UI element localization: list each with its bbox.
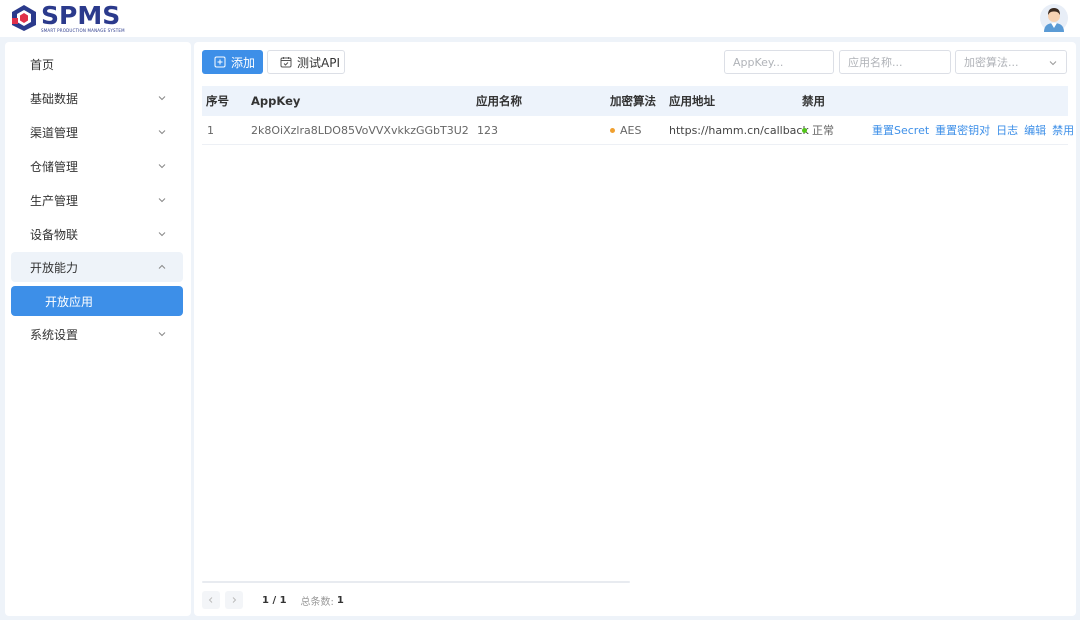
cell-appkey: 2k8OiXzlra8LDO85VoVVXvkkzGGbT3U2 bbox=[251, 124, 469, 137]
pagination: 1 / 1 总条数: 1 bbox=[202, 591, 344, 609]
add-icon bbox=[214, 56, 226, 68]
logo-title: SPMS bbox=[41, 1, 121, 30]
sidebar-item-warehouse[interactable]: 仓储管理 bbox=[11, 151, 183, 181]
column-header-algorithm: 加密算法 bbox=[610, 94, 656, 108]
column-header-disabled: 禁用 bbox=[802, 94, 825, 108]
add-button-label: 添加 bbox=[231, 55, 256, 70]
horizontal-scrollbar[interactable] bbox=[202, 581, 630, 583]
algorithm-value: AES bbox=[620, 124, 642, 137]
column-header-index: 序号 bbox=[206, 94, 229, 108]
column-header-app-url: 应用地址 bbox=[669, 94, 715, 108]
cell-actions: 重置Secret 重置密钥对 日志 编辑 禁用 bbox=[872, 116, 1074, 145]
chevron-down-icon bbox=[1049, 61, 1057, 66]
test-api-button-label: 测试API bbox=[297, 55, 340, 70]
sidebar-item-open-capability[interactable]: 开放能力 bbox=[11, 252, 183, 282]
cell-app-url: https://hamm.cn/callback bbox=[669, 124, 809, 137]
total-label: 总条数: bbox=[300, 596, 334, 608]
sidebar-item-label: 首页 bbox=[30, 57, 55, 72]
sidebar-item-base-data[interactable]: 基础数据 bbox=[11, 83, 183, 113]
table-row[interactable]: 1 2k8OiXzlra8LDO85VoVVXvkkzGGbT3U2 123 A… bbox=[202, 116, 1074, 145]
chevron-down-icon bbox=[158, 332, 166, 337]
algorithm-placeholder: 加密算法... bbox=[964, 56, 1019, 69]
column-header-app-name: 应用名称 bbox=[476, 94, 522, 108]
next-page-button[interactable] bbox=[225, 591, 243, 609]
appkey-placeholder: AppKey... bbox=[733, 55, 784, 69]
reset-keypair-link[interactable]: 重置密钥对 bbox=[935, 124, 990, 137]
cell-status: 正常 bbox=[802, 116, 834, 145]
disable-link[interactable]: 禁用 bbox=[1052, 124, 1074, 137]
cell-algorithm: AES bbox=[610, 116, 641, 145]
prev-page-button[interactable] bbox=[202, 591, 220, 609]
sidebar-item-iot[interactable]: 设备物联 bbox=[11, 219, 183, 249]
status-value: 正常 bbox=[812, 124, 834, 137]
sidebar-item-label: 生产管理 bbox=[30, 193, 79, 208]
main-panel: 添加 测试API AppKey... 应用名称... 加密算法... 序号 Ap… bbox=[194, 42, 1076, 616]
sidebar-item-label: 设备物联 bbox=[30, 227, 79, 242]
appname-placeholder: 应用名称... bbox=[848, 56, 903, 69]
sidebar: 首页 基础数据 渠道管理 仓储管理 生产管理 设备物联 开放能力 开放应用 系统… bbox=[5, 42, 191, 616]
column-header-appkey: AppKey bbox=[251, 94, 301, 108]
chevron-down-icon bbox=[158, 232, 166, 237]
total-count: 1 bbox=[336, 594, 344, 606]
sidebar-item-channel[interactable]: 渠道管理 bbox=[11, 117, 183, 147]
table-header: 序号 AppKey 应用名称 加密算法 应用地址 禁用 bbox=[202, 86, 1068, 116]
sidebar-item-label: 系统设置 bbox=[30, 327, 79, 342]
sidebar-item-label: 开放能力 bbox=[30, 260, 79, 275]
chevron-right-icon bbox=[232, 597, 237, 603]
app-logo[interactable]: SPMS SMART PRODUCTION MANAGE SYSTEM bbox=[10, 2, 125, 34]
logo-mark-icon bbox=[12, 5, 36, 31]
sidebar-item-home[interactable]: 首页 bbox=[11, 49, 183, 79]
algorithm-dot-icon bbox=[610, 127, 615, 133]
sidebar-item-label: 基础数据 bbox=[30, 91, 79, 106]
sidebar-item-open-app[interactable]: 开放应用 bbox=[11, 286, 183, 316]
test-api-button[interactable]: 测试API bbox=[267, 50, 345, 74]
cell-app-name: 123 bbox=[477, 124, 498, 137]
sidebar-item-label: 渠道管理 bbox=[30, 125, 79, 140]
appname-search-input[interactable]: 应用名称... bbox=[839, 50, 951, 74]
chevron-down-icon bbox=[158, 96, 166, 101]
sidebar-item-system-settings[interactable]: 系统设置 bbox=[11, 319, 183, 349]
sidebar-item-production[interactable]: 生产管理 bbox=[11, 185, 183, 215]
status-dot-icon bbox=[802, 127, 807, 133]
top-bar: SPMS SMART PRODUCTION MANAGE SYSTEM bbox=[0, 0, 1080, 37]
cell-index: 1 bbox=[207, 124, 214, 137]
algorithm-select[interactable]: 加密算法... bbox=[955, 50, 1067, 74]
page-info: 1 / 1 bbox=[262, 594, 287, 606]
sidebar-item-label: 开放应用 bbox=[45, 294, 94, 309]
sidebar-item-label: 仓储管理 bbox=[30, 159, 79, 174]
reset-secret-link[interactable]: 重置Secret bbox=[872, 124, 929, 137]
chevron-down-icon bbox=[158, 130, 166, 135]
chevron-down-icon bbox=[158, 164, 166, 169]
appkey-search-input[interactable]: AppKey... bbox=[724, 50, 834, 74]
edit-link[interactable]: 编辑 bbox=[1024, 124, 1046, 137]
add-button[interactable]: 添加 bbox=[202, 50, 263, 74]
chevron-up-icon bbox=[158, 264, 166, 269]
log-link[interactable]: 日志 bbox=[996, 124, 1018, 137]
calendar-check-icon bbox=[280, 57, 292, 68]
chevron-left-icon bbox=[208, 597, 213, 603]
logo-subtitle: SMART PRODUCTION MANAGE SYSTEM bbox=[41, 28, 125, 33]
user-avatar-icon[interactable] bbox=[1040, 4, 1068, 32]
chevron-down-icon bbox=[158, 198, 166, 203]
